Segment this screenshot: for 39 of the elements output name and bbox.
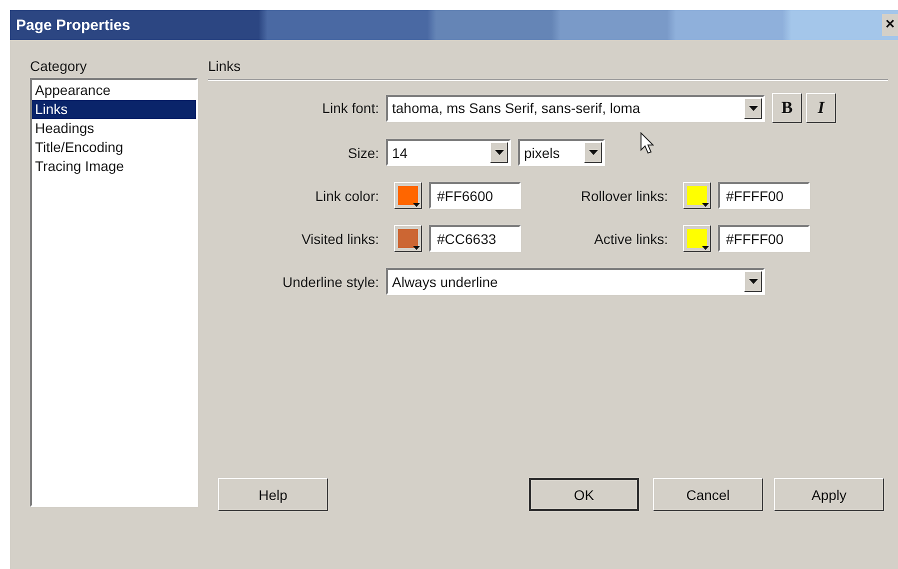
size-dropdown[interactable]: 14: [386, 139, 511, 166]
color-picker-button[interactable]: [683, 225, 711, 252]
dropdown-arrow-icon: [702, 246, 709, 250]
category-item[interactable]: Headings: [32, 119, 196, 138]
link-font-dropdown[interactable]: tahoma, ms Sans Serif, sans-serif, loma: [386, 94, 765, 122]
category-item[interactable]: Title/Encoding: [32, 138, 196, 157]
dialog-button[interactable]: OK: [529, 478, 639, 511]
field-label: Active links:: [593, 230, 668, 246]
dialog-button[interactable]: Apply: [774, 478, 884, 511]
color-field[interactable]: #FFFF00: [718, 182, 810, 209]
field-label: Size:: [346, 144, 379, 160]
italic-button[interactable]: I: [806, 93, 836, 123]
color-picker-button[interactable]: [683, 182, 711, 209]
bold-button[interactable]: B: [772, 93, 802, 123]
window-title: Page Properties: [16, 16, 130, 34]
dialog-button[interactable]: Help: [218, 478, 328, 511]
category-item[interactable]: Appearance: [32, 81, 196, 100]
color-picker-button[interactable]: [394, 225, 422, 252]
close-button[interactable]: ×: [882, 14, 898, 36]
color-field[interactable]: #CC6633: [429, 225, 521, 252]
dropdown-arrow-icon: [413, 203, 420, 207]
field-label: Rollover links:: [580, 188, 668, 204]
field-label: Visited links:: [300, 230, 379, 246]
field-label: Link font:: [321, 100, 379, 116]
color-field[interactable]: #FFFF00: [718, 225, 810, 252]
underline-style-dropdown[interactable]: Always underline: [386, 268, 765, 295]
field-label: Link color:: [314, 188, 379, 204]
dropdown-arrow-icon: [702, 203, 709, 207]
dropdown-arrow-icon: [413, 246, 420, 250]
category-item[interactable]: Links: [32, 100, 196, 119]
category-item[interactable]: Tracing Image: [32, 157, 196, 176]
dialog-button[interactable]: Cancel: [653, 478, 763, 511]
section-title: Links: [208, 58, 888, 80]
color-picker-button[interactable]: [394, 182, 422, 209]
category-label: Category: [30, 58, 88, 74]
unit-dropdown[interactable]: pixels: [518, 139, 605, 166]
color-field[interactable]: #FF6600: [429, 182, 521, 209]
field-label: Underline style:: [282, 274, 379, 290]
mouse-cursor-icon: [640, 132, 654, 154]
